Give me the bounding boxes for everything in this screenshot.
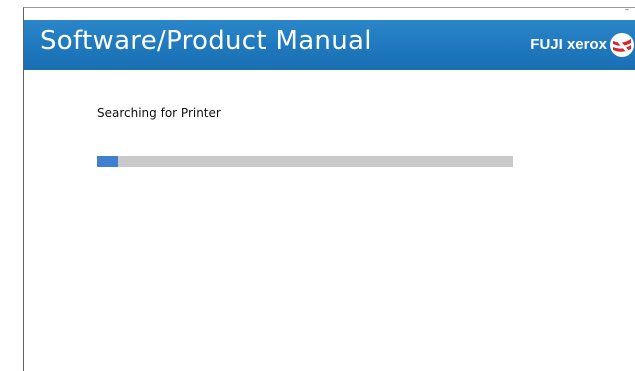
page-title: Software/Product Manual xyxy=(40,26,372,56)
header-banner: Software/Product Manual FUJI xerox xyxy=(24,20,635,70)
progress-fill xyxy=(97,156,118,167)
installer-window: – Software/Product Manual FUJI xerox Sea… xyxy=(23,5,635,371)
minimize-button[interactable]: – xyxy=(622,5,632,15)
brand-name: FUJI xerox xyxy=(530,36,607,53)
progress-bar xyxy=(97,156,513,167)
fuji-xerox-logo-icon xyxy=(610,33,634,57)
status-text: Searching for Printer xyxy=(97,106,221,120)
